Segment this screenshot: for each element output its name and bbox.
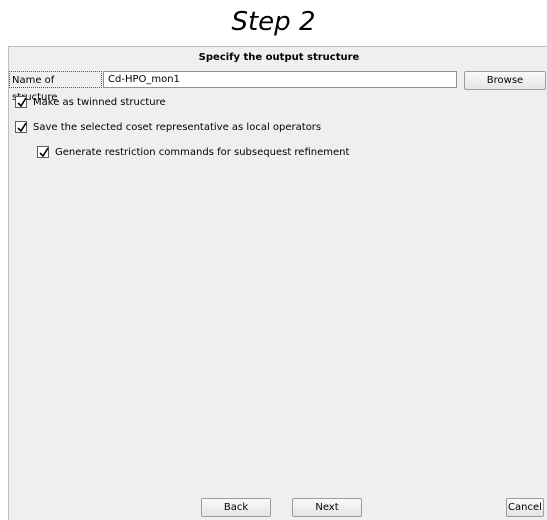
- back-button[interactable]: Back: [201, 498, 271, 517]
- checkmark-icon: [17, 97, 27, 108]
- output-structure-panel: Specify the output structure Name of str…: [8, 46, 547, 520]
- restriction-commands-checkbox[interactable]: [37, 146, 49, 158]
- structure-name-label: Name of structure: [9, 71, 102, 103]
- local-operators-option[interactable]: Save the selected coset representative a…: [15, 121, 321, 133]
- restriction-commands-option[interactable]: Generate restriction commands for subseq…: [37, 146, 349, 158]
- browse-button[interactable]: Browse: [464, 71, 546, 90]
- cancel-button[interactable]: Cancel: [506, 498, 544, 517]
- structure-name-input[interactable]: [103, 71, 457, 88]
- twinned-checkbox[interactable]: [15, 96, 27, 108]
- local-operators-checkbox[interactable]: [15, 121, 27, 133]
- twinned-label: Make as twinned structure: [33, 96, 166, 108]
- local-operators-label: Save the selected coset representative a…: [33, 121, 322, 133]
- next-button[interactable]: Next: [292, 498, 362, 517]
- restriction-commands-label: Generate restriction commands for subseq…: [55, 146, 350, 158]
- step-title: Step 2: [231, 7, 316, 37]
- twinned-option[interactable]: Make as twinned structure: [15, 96, 166, 108]
- checkmark-icon: [39, 147, 49, 158]
- checkmark-icon: [17, 122, 27, 133]
- panel-heading: Specify the output structure: [198, 52, 360, 63]
